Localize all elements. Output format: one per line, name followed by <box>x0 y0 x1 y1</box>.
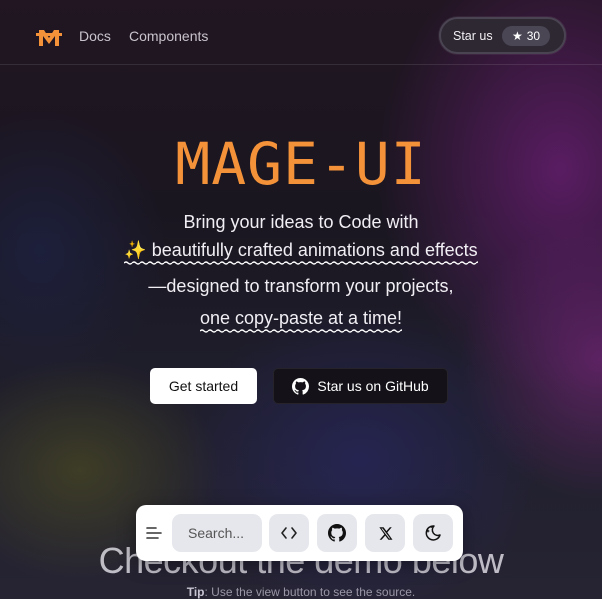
tip-label: Tip <box>186 585 205 599</box>
tip-text: : Use the view button to see the source. <box>204 585 416 599</box>
star-icon: ★ <box>511 29 523 43</box>
menu-icon[interactable] <box>145 523 163 543</box>
view-code-button[interactable] <box>269 514 309 552</box>
x-button[interactable] <box>365 514 405 552</box>
github-icon <box>292 377 310 395</box>
sparkles-icon: ✨ <box>124 240 147 260</box>
code-icon <box>281 527 297 539</box>
star-count-badge: ★ 30 <box>502 26 550 46</box>
mage-ui-logo-icon[interactable] <box>36 24 62 48</box>
site-header: Docs Components Star us ★ 30 <box>0 0 602 65</box>
star-count: 30 <box>526 29 541 43</box>
github-button[interactable] <box>317 514 357 552</box>
x-logo-icon <box>378 526 392 540</box>
floating-toolbar <box>136 505 463 561</box>
hero-title: MAGE-UI <box>175 130 427 198</box>
hero-line-1: Bring your ideas to Code with <box>183 212 419 232</box>
search-input[interactable] <box>172 514 262 552</box>
nav-components-link[interactable]: Components <box>129 28 208 44</box>
hero-line-4: one copy-paste at a time! <box>0 308 602 333</box>
get-started-button[interactable]: Get started <box>150 368 257 404</box>
star-on-github-button[interactable]: Star us on GitHub <box>273 368 448 404</box>
github-icon <box>328 524 346 542</box>
hero-line-3: —designed to transform your projects, <box>148 276 454 296</box>
hero-line-2-text: beautifully crafted animations and effec… <box>151 240 478 260</box>
hero-line-2: ✨ beautifully crafted animations and eff… <box>0 240 602 265</box>
star-us-label: Star us <box>453 28 493 43</box>
demo-tip: Tip: Use the view button to see the sour… <box>0 585 602 599</box>
star-on-github-label: Star us on GitHub <box>317 378 429 394</box>
hero-line-2-highlight: ✨ beautifully crafted animations and eff… <box>124 240 478 265</box>
nav-docs-link[interactable]: Docs <box>79 28 111 44</box>
star-us-button[interactable]: Star us ★ 30 <box>439 17 566 54</box>
hero-line-4-highlight: one copy-paste at a time! <box>199 308 403 333</box>
theme-toggle-icon <box>425 525 441 541</box>
theme-toggle-button[interactable] <box>413 514 453 552</box>
